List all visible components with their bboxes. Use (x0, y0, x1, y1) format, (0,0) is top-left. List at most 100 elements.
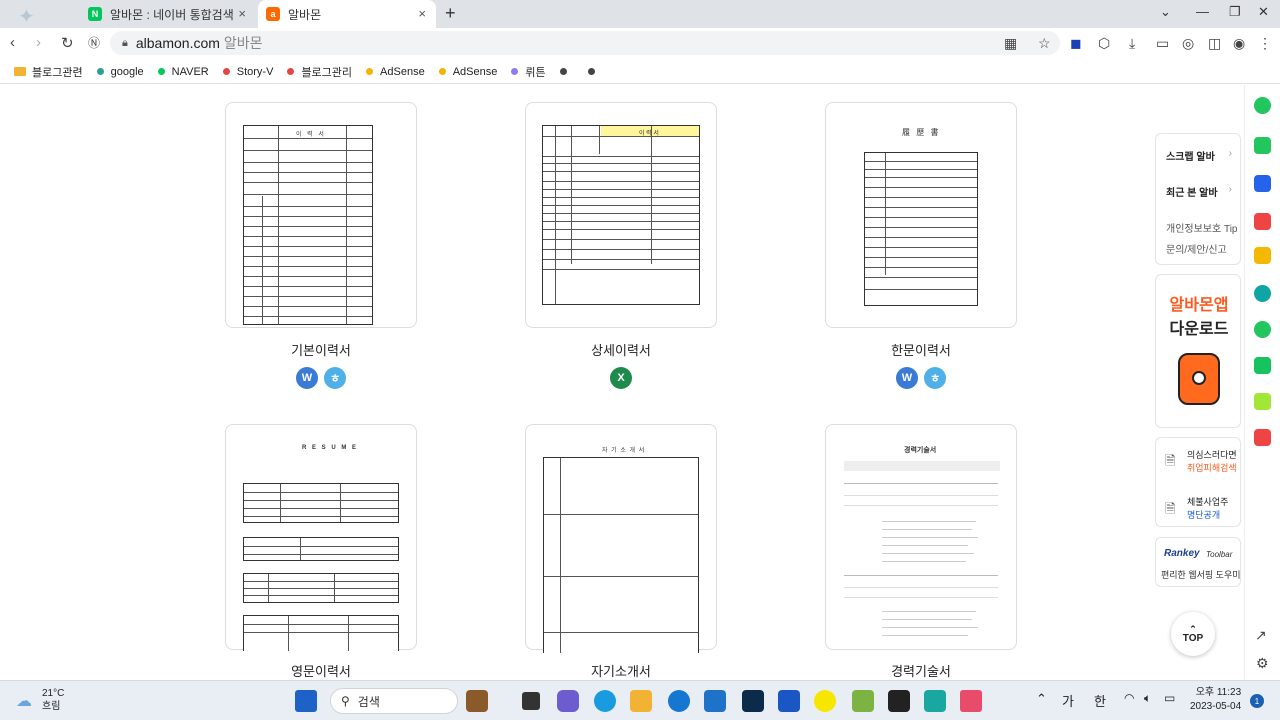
fraud-search-line1[interactable]: 의심스러다면 (1187, 448, 1237, 461)
download-icon[interactable]: ⤓ (1129, 35, 1135, 52)
sidebar-toggle-icon[interactable]: ◫ (1208, 35, 1221, 52)
template-card-basic[interactable]: 이 력 서 (225, 102, 417, 328)
card-title[interactable]: 자기소개서 (525, 661, 717, 680)
hwp-download-icon[interactable]: ㅎ (924, 367, 946, 389)
tab-naver-search[interactable]: N 알바몬 : 네이버 통합검색 × (80, 0, 256, 28)
teams-chat-icon[interactable] (557, 690, 579, 712)
template-card-detail[interactable]: 이 력 서 (525, 102, 717, 328)
recent-link[interactable]: 최근 본 알바 (1166, 184, 1218, 199)
bookmark-item[interactable]: Story-V (222, 66, 273, 78)
ime-mode[interactable]: 가 (1062, 691, 1074, 710)
scroll-top-button[interactable]: ⌃ TOP (1171, 612, 1215, 656)
hwp-download-icon[interactable]: ㅎ (324, 367, 346, 389)
card-title[interactable]: 경력기술서 (825, 661, 1017, 680)
fraud-search-line2[interactable]: 취업피해검색 (1187, 461, 1237, 474)
speaker-icon[interactable]: 🔈︎ (1144, 691, 1151, 706)
webtoon-icon[interactable] (1254, 357, 1271, 374)
card-title[interactable]: 기본이력서 (225, 340, 417, 359)
external-link-icon[interactable]: ↗ (1255, 627, 1267, 644)
privacy-tip-link[interactable]: 개인정보보호 Tip (1166, 220, 1238, 235)
card-title[interactable]: 영문이력서 (225, 661, 417, 680)
wifi-icon[interactable]: ◠ (1124, 691, 1134, 705)
address-bar[interactable]: 🔒︎ albamon.com 알바몬 (110, 31, 1060, 55)
system-clock[interactable]: 오후 11:23 2023-05-04 (1190, 686, 1241, 714)
green-circle-icon[interactable] (1254, 97, 1271, 114)
bitwarden-taskbar-icon[interactable] (778, 690, 800, 712)
inquiry-link[interactable]: 문의/제안/신고 (1166, 241, 1227, 256)
back-button[interactable]: ‹ (10, 34, 15, 51)
bitwarden-icon[interactable]: ◼ (1070, 35, 1082, 52)
template-card-hanja[interactable]: 履 歷 書 (825, 102, 1017, 328)
template-card-career[interactable]: 경력기술서 (825, 424, 1017, 650)
safety-links-box: 🗎︎ 의심스러다면 취업피해검색 🗎︎ 체불사업주 명단공개 (1155, 437, 1241, 527)
bookmark-folder[interactable]: 블로그관련 (14, 64, 83, 80)
whale-browser-icon[interactable] (924, 690, 946, 712)
calendar-icon[interactable] (1254, 175, 1271, 192)
bookmark-item[interactable] (587, 68, 602, 75)
star-icon[interactable] (1254, 247, 1271, 264)
rankey-banner[interactable]: Rankey Toolbar 편리한 웹서핑 도우미 (1155, 537, 1241, 587)
weather-widget[interactable]: 21°C 흐림 (42, 687, 64, 713)
mail-icon[interactable] (704, 690, 726, 712)
tab-search-icon[interactable]: ⌄ (1160, 4, 1171, 20)
play-icon[interactable] (1254, 321, 1271, 338)
notification-bell-icon[interactable] (1254, 137, 1271, 154)
photoshop-icon[interactable] (742, 690, 764, 712)
template-card-english[interactable]: R E S U M E (225, 424, 417, 651)
battery-icon[interactable]: ▭ (1164, 691, 1175, 705)
card-title[interactable]: 한문이력서 (825, 340, 1017, 359)
capture-icon[interactable]: ◎ (1182, 35, 1194, 52)
reload-button[interactable]: ↻ (61, 34, 74, 52)
card-title[interactable]: 상세이력서 (525, 340, 717, 359)
file-explorer-icon[interactable] (630, 690, 652, 712)
new-tab-button[interactable]: + (445, 3, 456, 24)
taskbar-search[interactable]: ⚲ 검색 (330, 688, 458, 714)
arrears-line1[interactable]: 체불사업주 (1187, 495, 1228, 508)
extensions-icon[interactable]: ⬡ (1098, 35, 1110, 52)
bookmark-star-icon[interactable]: ☆ (1038, 35, 1051, 52)
tab-albamon[interactable]: a 알바몬 × (258, 0, 436, 28)
bookmark-item[interactable]: AdSense (438, 66, 497, 78)
menu-icon[interactable]: ⋮ (1258, 35, 1272, 52)
maximize-button[interactable]: ❐ (1229, 4, 1241, 20)
bookmark-item[interactable]: 뤼튼 (511, 64, 546, 80)
now-icon[interactable] (1254, 429, 1271, 446)
notification-badge[interactable]: 1 (1250, 694, 1264, 708)
bookmark-item[interactable] (559, 68, 574, 75)
word-download-icon[interactable]: W (896, 367, 918, 389)
task-view-icon[interactable] (522, 692, 540, 710)
qr-icon[interactable]: ▦ (1004, 35, 1017, 52)
app-download-banner[interactable]: 알바몬앱 다운로드 (1155, 274, 1241, 428)
minimize-button[interactable]: — (1196, 4, 1209, 19)
template-card-intro[interactable]: 자 기 소 개 서 (525, 424, 717, 653)
close-tab-icon[interactable]: × (418, 6, 426, 21)
pocket-icon[interactable] (1254, 213, 1271, 230)
arrears-line2[interactable]: 명단공개 (1187, 508, 1220, 521)
bag-icon[interactable] (466, 690, 488, 712)
bookmark-item[interactable]: google (96, 66, 144, 78)
profile-icon[interactable]: ◉ (1233, 35, 1245, 52)
excel-download-icon[interactable]: X (610, 367, 632, 389)
memo-icon[interactable] (1254, 393, 1271, 410)
video-icon[interactable]: ▭ (1156, 35, 1169, 52)
forward-button[interactable]: › (36, 34, 41, 51)
scrap-link[interactable]: 스크랩 알바 (1166, 148, 1215, 163)
bookmark-item[interactable]: 블로그관리 (287, 64, 352, 80)
word-download-icon[interactable]: W (296, 367, 318, 389)
bookmark-item[interactable]: NAVER (157, 66, 209, 78)
snipping-tool-icon[interactable] (960, 690, 982, 712)
recorder-icon[interactable] (888, 690, 910, 712)
bookmark-item[interactable]: AdSense (366, 66, 425, 78)
edge-icon[interactable] (1254, 285, 1271, 302)
start-icon[interactable] (295, 690, 317, 712)
naver-home-icon[interactable]: Ⓝ (88, 34, 100, 51)
kakaotalk-icon[interactable] (814, 690, 836, 712)
chevron-up-icon[interactable]: ⌃ (1036, 691, 1047, 707)
settings-icon[interactable]: ⚙ (1256, 655, 1269, 672)
arrow-app-icon[interactable] (668, 690, 690, 712)
notepad-icon[interactable] (852, 690, 874, 712)
ime-language[interactable]: 한 (1094, 691, 1106, 710)
close-window-button[interactable]: ✕ (1258, 4, 1269, 20)
edge-browser-icon[interactable] (594, 690, 616, 712)
close-tab-icon[interactable]: × (238, 6, 246, 21)
